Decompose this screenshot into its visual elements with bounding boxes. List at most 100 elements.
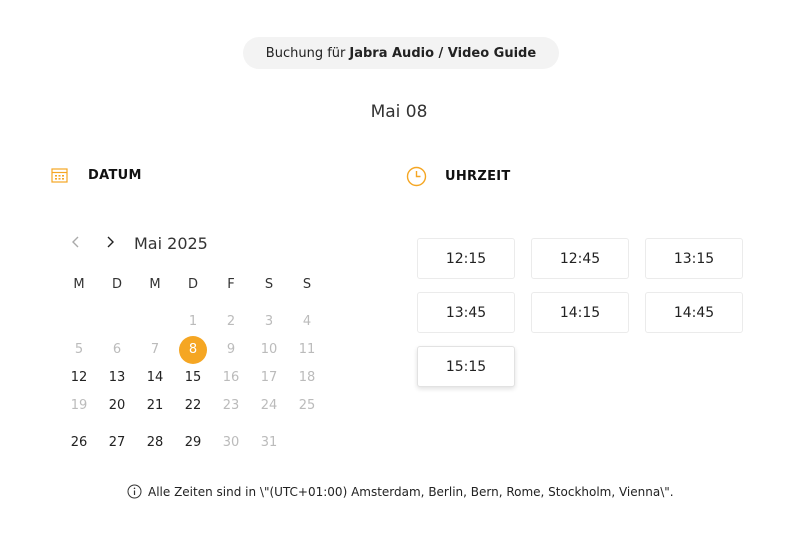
calendar-day-number: 4: [302, 314, 312, 329]
time-slot-button[interactable]: 14:45: [645, 292, 743, 333]
calendar-day-number: 30: [222, 435, 240, 450]
calendar-day-available[interactable]: 28: [136, 429, 174, 457]
time-slot-button[interactable]: 14:15: [531, 292, 629, 333]
calendar-day-disabled: 7: [136, 336, 174, 364]
chevron-right-icon: [105, 234, 115, 253]
calendar-day-number: 21: [146, 398, 164, 413]
weekday-header-row: M D M D F S S: [60, 277, 326, 292]
clock-icon: [406, 166, 427, 187]
calendar-week-row: 12 13 14 15 16 17 18: [60, 364, 326, 392]
calendar-day-number: 3: [264, 314, 274, 329]
booking-prefix: Buchung für: [265, 45, 346, 61]
calendar-day-number: 28: [146, 435, 164, 450]
calendar-day-number: 5: [74, 342, 84, 357]
calendar-day-number: 24: [260, 398, 278, 413]
calendar-day-available[interactable]: 21: [136, 392, 174, 420]
calendar-week-row: 26 27 28 29 30 31: [60, 429, 326, 457]
calendar-day-available[interactable]: 29: [174, 429, 212, 457]
calendar-day-disabled: 4: [288, 308, 326, 336]
calendar-day-number: 31: [260, 435, 278, 450]
calendar-day-disabled: 2: [212, 308, 250, 336]
calendar-day-disabled: 16: [212, 364, 250, 392]
calendar-day-number: 7: [150, 342, 160, 357]
calendar-day-number: 25: [298, 398, 316, 413]
date-section-header: DATUM: [51, 167, 142, 184]
calendar-day-number: 17: [260, 370, 278, 385]
timezone-text: Alle Zeiten sind in \"(UTC+01:00) Amster…: [148, 484, 674, 499]
calendar-day-number: 10: [260, 342, 278, 357]
info-icon: [127, 484, 142, 499]
calendar-day-number: 6: [112, 342, 122, 357]
calendar-day-available[interactable]: 22: [174, 392, 212, 420]
selected-date-title: Mai 08: [370, 102, 428, 122]
calendar-day-available[interactable]: 26: [60, 429, 98, 457]
calendar-day-disabled: 10: [250, 336, 288, 364]
calendar-days-grid: 1 2 3 4 5 6 7 8 9 10 11 12 13 14 15 16 17 18 19 20 21 22 23 24 2…: [60, 308, 326, 457]
calendar-day-disabled: 25: [288, 392, 326, 420]
time-slot-button[interactable]: 15:15: [417, 346, 515, 387]
calendar-day-number: 16: [222, 370, 240, 385]
time-slot-button[interactable]: 12:15: [417, 238, 515, 279]
calendar-day-number: 9: [226, 342, 236, 357]
next-month-button[interactable]: [100, 233, 120, 253]
calendar-day-number: 14: [146, 370, 164, 385]
calendar-day-disabled: 17: [250, 364, 288, 392]
calendar-week-row: 19 20 21 22 23 24 25: [60, 392, 326, 420]
calendar-day-number: 15: [184, 370, 202, 385]
calendar-day-disabled: 18: [288, 364, 326, 392]
calendar-week-row: 5 6 7 8 9 10 11: [60, 336, 326, 364]
time-slot-grid: 12:15 12:45 13:15 13:45 14:15 14:45 15:1…: [417, 238, 743, 387]
calendar-day-number: 18: [298, 370, 316, 385]
calendar-day-disabled: 9: [212, 336, 250, 364]
calendar-day-number: 26: [70, 435, 88, 450]
calendar-day-disabled: 31: [250, 429, 288, 457]
calendar-day-number: 19: [70, 398, 88, 413]
calendar-day-number: 27: [108, 435, 126, 450]
calendar-icon: [51, 167, 68, 184]
calendar-day-disabled: 11: [288, 336, 326, 364]
calendar-week-row: 1 2 3 4: [60, 308, 326, 336]
calendar-day-disabled: 23: [212, 392, 250, 420]
calendar-day-number: 1: [188, 314, 198, 329]
calendar-empty-cell: [60, 308, 98, 336]
calendar-day-number: 8: [179, 336, 207, 364]
weekday-label: D: [111, 277, 122, 292]
booking-pill: Buchung für Jabra Audio / Video Guide: [243, 37, 559, 69]
chevron-left-icon: [71, 234, 81, 253]
calendar-day-number: 11: [298, 342, 316, 357]
calendar-day-disabled: 6: [98, 336, 136, 364]
time-slot-button[interactable]: 12:45: [531, 238, 629, 279]
calendar-day-number: 13: [108, 370, 126, 385]
weekday-label: F: [227, 277, 235, 292]
calendar-day-number: 20: [108, 398, 126, 413]
calendar-day-disabled: 3: [250, 308, 288, 336]
calendar-day-disabled: 24: [250, 392, 288, 420]
weekday-label: M: [73, 277, 85, 292]
calendar-day-available[interactable]: 15: [174, 364, 212, 392]
time-slot-button[interactable]: 13:45: [417, 292, 515, 333]
timezone-note: Alle Zeiten sind in \"(UTC+01:00) Amster…: [127, 484, 674, 499]
calendar-day-number: 29: [184, 435, 202, 450]
calendar-day-available[interactable]: 13: [98, 364, 136, 392]
previous-month-button[interactable]: [66, 233, 86, 253]
calendar-navigation: Mai 2025: [66, 233, 208, 253]
calendar-day-selected[interactable]: 8: [174, 336, 212, 364]
calendar-day-available[interactable]: 27: [98, 429, 136, 457]
time-slot-button[interactable]: 13:15: [645, 238, 743, 279]
calendar-day-available[interactable]: 20: [98, 392, 136, 420]
calendar-empty-cell: [288, 429, 326, 457]
calendar-empty-cell: [98, 308, 136, 336]
calendar-empty-cell: [136, 308, 174, 336]
calendar-day-disabled: 1: [174, 308, 212, 336]
calendar-day-available[interactable]: 12: [60, 364, 98, 392]
booking-service-name: Jabra Audio / Video Guide: [349, 45, 537, 61]
calendar-day-number: 2: [226, 314, 236, 329]
date-section-label: DATUM: [88, 168, 142, 183]
month-label: Mai 2025: [134, 233, 208, 253]
time-section-label: UHRZEIT: [445, 169, 511, 184]
calendar-day-available[interactable]: 14: [136, 364, 174, 392]
weekday-label: S: [302, 277, 312, 292]
calendar-day-number: 22: [184, 398, 202, 413]
calendar-day-disabled: 19: [60, 392, 98, 420]
calendar-day-number: 12: [70, 370, 88, 385]
